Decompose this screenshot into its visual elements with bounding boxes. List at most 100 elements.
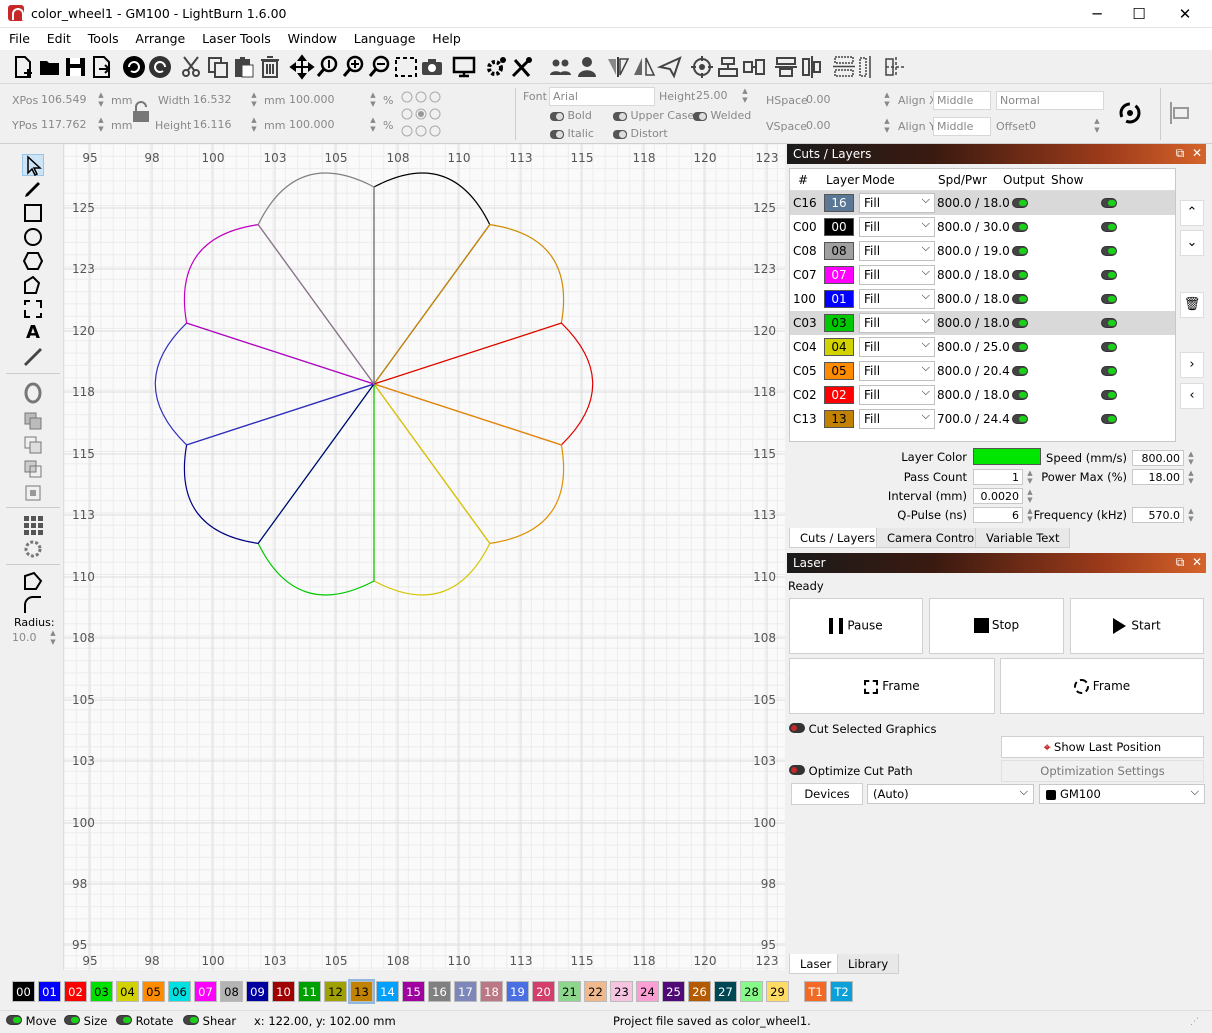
- palette-swatch[interactable]: 07: [194, 981, 217, 1002]
- layer-output-toggle[interactable]: [1012, 245, 1028, 259]
- corner-round-icon[interactable]: [22, 570, 44, 592]
- grid-array-icon[interactable]: [22, 514, 44, 536]
- palette-swatch[interactable]: 01: [38, 981, 61, 1002]
- palette-swatch[interactable]: 10: [272, 981, 295, 1002]
- copy-icon[interactable]: [205, 54, 231, 80]
- layer-row[interactable]: C16 16 Fill800.0 / 18.0: [790, 191, 1175, 215]
- move-toggle[interactable]: Move: [6, 1014, 57, 1028]
- speed-field[interactable]: 800.00: [1132, 450, 1184, 466]
- layer-swatch[interactable]: 03: [824, 314, 854, 332]
- optimization-settings-button[interactable]: Optimization Settings: [1001, 760, 1204, 782]
- align-bar-icon[interactable]: [1168, 100, 1192, 126]
- layer-show-toggle[interactable]: [1101, 389, 1117, 403]
- layer-row[interactable]: C04 04 Fill800.0 / 25.0: [790, 335, 1175, 359]
- resize-grip-icon[interactable]: ⋰: [1190, 1017, 1199, 1027]
- palette-swatch[interactable]: 06: [168, 981, 191, 1002]
- devices-button[interactable]: Devices: [791, 783, 863, 805]
- palette-swatch[interactable]: 03: [90, 981, 113, 1002]
- laser-float-icon[interactable]: ⧉: [1176, 555, 1185, 569]
- save-icon[interactable]: [63, 54, 89, 80]
- layer-mode-select[interactable]: Fill: [859, 337, 935, 357]
- width-spinner[interactable]: ▲ ▼: [249, 91, 259, 110]
- cut-selected-toggle[interactable]: Cut Selected Graphics: [789, 722, 936, 736]
- menu-help[interactable]: Help: [428, 28, 465, 46]
- radius-field[interactable]: 10.0: [12, 631, 37, 644]
- layer-show-toggle[interactable]: [1101, 221, 1117, 235]
- scale-width-spinner[interactable]: ▲ ▼: [368, 91, 378, 110]
- palette-swatch[interactable]: 17: [454, 981, 477, 1002]
- minimize-button[interactable]: ─: [1074, 0, 1120, 28]
- optimize-cut-toggle[interactable]: Optimize Cut Path: [789, 764, 913, 778]
- device-select[interactable]: GM100: [1039, 784, 1205, 804]
- palette-swatch[interactable]: 04: [116, 981, 139, 1002]
- palette-swatch[interactable]: 12: [324, 981, 347, 1002]
- menu-file[interactable]: File: [5, 28, 34, 46]
- menu-edit[interactable]: Edit: [43, 28, 75, 46]
- undo-icon[interactable]: [121, 54, 147, 80]
- palette-swatch[interactable]: 25: [662, 981, 685, 1002]
- layer-row[interactable]: C07 07 Fill800.0 / 18.0: [790, 263, 1175, 287]
- frame-rect-button[interactable]: Frame: [789, 658, 995, 714]
- layer-swatch[interactable]: 08: [824, 242, 854, 260]
- vspace-field[interactable]: 0.00: [803, 117, 879, 136]
- layer-mode-select[interactable]: Fill: [859, 265, 935, 285]
- align-y-select[interactable]: Middle: [933, 117, 991, 136]
- size-toggle[interactable]: Size: [64, 1014, 107, 1028]
- maximize-button[interactable]: ☐: [1116, 0, 1162, 28]
- palette-swatch[interactable]: 02: [64, 981, 87, 1002]
- rotate-sync-icon[interactable]: [1113, 96, 1147, 130]
- palette-swatch[interactable]: 05: [142, 981, 165, 1002]
- align-x-select[interactable]: Middle: [933, 91, 991, 110]
- tab-library[interactable]: Library: [837, 954, 900, 974]
- new-file-icon[interactable]: [10, 54, 36, 80]
- layer-show-toggle[interactable]: [1101, 341, 1117, 355]
- menu-language[interactable]: Language: [350, 28, 420, 46]
- delete-icon[interactable]: [257, 54, 283, 80]
- menu-arrange[interactable]: Arrange: [131, 28, 189, 46]
- flip-horizontal-icon[interactable]: [605, 54, 631, 80]
- hspace-field[interactable]: 0.00: [803, 91, 879, 110]
- stop-button[interactable]: Stop: [929, 598, 1064, 654]
- text-tool-icon[interactable]: A: [22, 322, 44, 344]
- offset-shapes-icon[interactable]: [22, 382, 44, 404]
- frame-selection-icon[interactable]: [393, 54, 419, 80]
- pen-tool-icon[interactable]: [22, 178, 44, 200]
- user-icon[interactable]: [574, 54, 600, 80]
- palette-swatch[interactable]: 28: [740, 981, 763, 1002]
- move-icon[interactable]: [289, 54, 315, 80]
- palette-swatch[interactable]: 26: [688, 981, 711, 1002]
- layer-mode-select[interactable]: Fill: [859, 385, 935, 405]
- panel-close-icon[interactable]: ✕: [1192, 146, 1202, 160]
- scale-width-field[interactable]: 100.000: [286, 91, 366, 110]
- frequency-spinner[interactable]: ▲ ▼: [1186, 507, 1196, 523]
- design-canvas[interactable]: 95 95 98 98 100 100 103 103 105 105 108 108 110 110 11…: [63, 143, 785, 970]
- layer-show-toggle[interactable]: [1101, 365, 1117, 379]
- radius-spinner[interactable]: ▲ ▼: [48, 629, 58, 648]
- palette-swatch[interactable]: 11: [298, 981, 321, 1002]
- fillet-icon[interactable]: [22, 594, 44, 616]
- height-field[interactable]: 16.116: [190, 116, 246, 135]
- palette-swatch[interactable]: 15: [402, 981, 425, 1002]
- layer-row[interactable]: C05 05 Fill800.0 / 20.4: [790, 359, 1175, 383]
- measure-tool-icon[interactable]: [22, 346, 44, 368]
- layer-output-toggle[interactable]: [1012, 365, 1028, 379]
- palette-swatch[interactable]: 19: [506, 981, 529, 1002]
- scale-height-spinner[interactable]: ▲ ▼: [368, 116, 378, 135]
- distort-toggle[interactable]: Distort: [613, 127, 668, 140]
- start-button[interactable]: Start: [1070, 598, 1204, 654]
- layer-output-toggle[interactable]: [1012, 341, 1028, 355]
- hspace-spinner[interactable]: ▲ ▼: [882, 91, 892, 110]
- palette-swatch[interactable]: 13: [348, 979, 375, 1004]
- show-last-position-button[interactable]: ⌖ Show Last Position: [1001, 736, 1204, 758]
- text-mode-select[interactable]: Normal: [996, 91, 1104, 110]
- vspace-spinner[interactable]: ▲ ▼: [882, 117, 892, 136]
- export-icon[interactable]: [89, 54, 115, 80]
- zoom-in-icon[interactable]: [341, 54, 367, 80]
- move-layer-down-icon[interactable]: ⌄: [1180, 230, 1204, 256]
- layer-show-toggle[interactable]: [1101, 317, 1117, 331]
- interval-spinner[interactable]: ▲ ▼: [1025, 488, 1035, 504]
- space-horizontal-icon[interactable]: [857, 54, 883, 80]
- paste-icon[interactable]: [231, 54, 257, 80]
- edit-nodes-icon[interactable]: [22, 274, 44, 296]
- layer-row[interactable]: C00 00 Fill800.0 / 30.0: [790, 215, 1175, 239]
